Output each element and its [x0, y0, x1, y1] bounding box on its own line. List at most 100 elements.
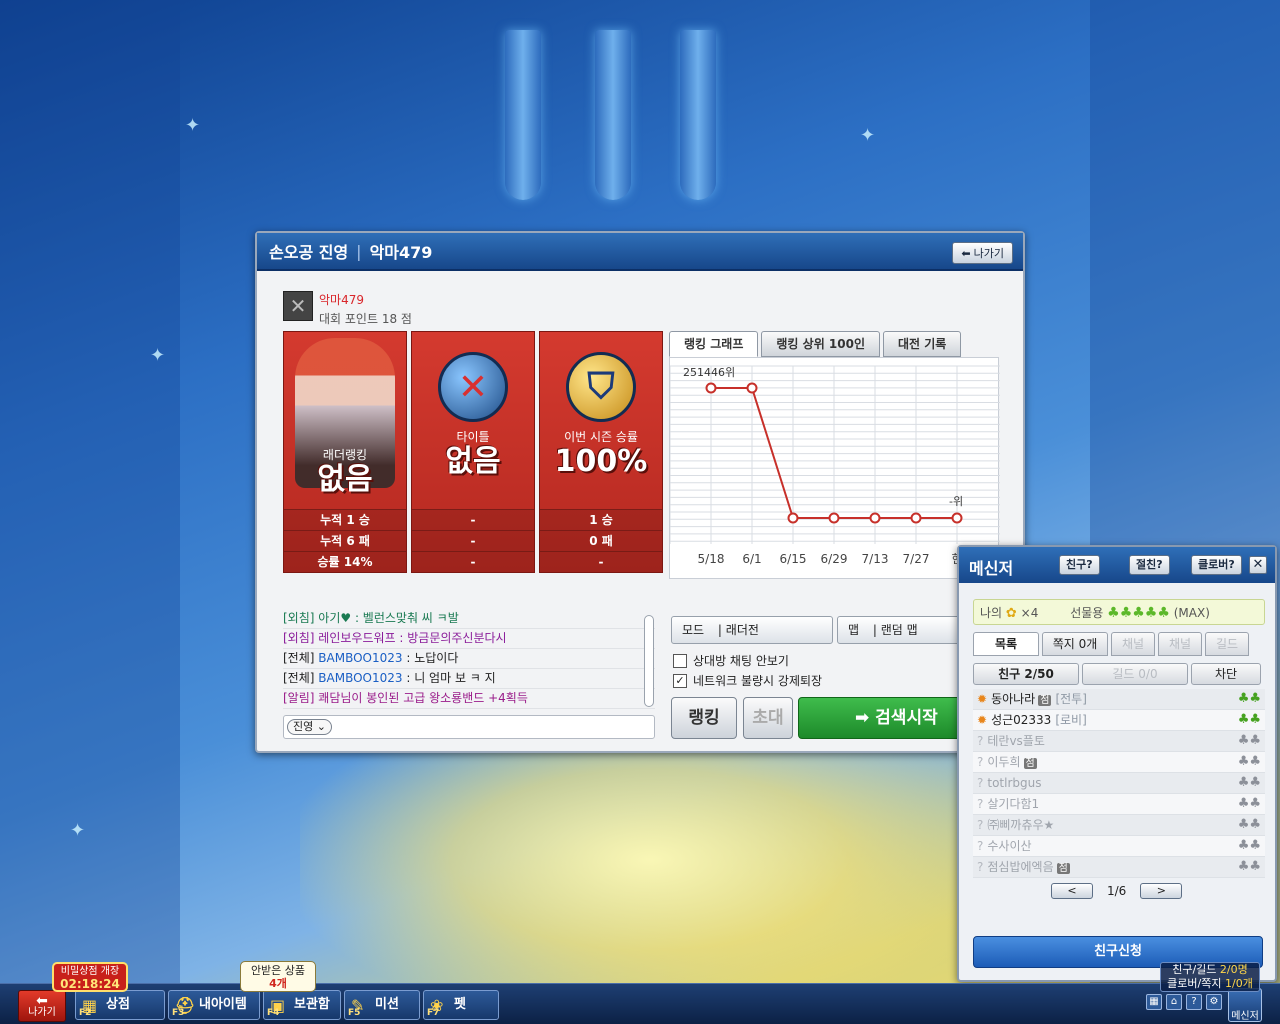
friend-row[interactable]: ? totlrbgus ♣♣: [973, 773, 1265, 794]
subtab-friends[interactable]: 친구 2/50: [973, 663, 1079, 685]
clover-status-icon[interactable]: ♣♣: [1238, 731, 1261, 751]
taskbar-button-label: 보관함: [294, 997, 330, 1012]
data-point: [705, 382, 717, 394]
friend-row[interactable]: ? 점심밥에엑음 점 ♣♣: [973, 857, 1265, 878]
data-point: [869, 512, 881, 524]
network-kick-checkbox[interactable]: ✓: [673, 673, 687, 688]
x-tick-label: 5/18: [698, 552, 725, 566]
status-friend-guild-value: 2/0명: [1219, 963, 1248, 976]
exit-button[interactable]: ⬅ 나가기: [952, 242, 1013, 264]
friend-help-button[interactable]: 친구?: [1059, 555, 1100, 575]
home-icon[interactable]: ⌂: [1166, 994, 1182, 1010]
player-name: 악마479: [319, 293, 364, 307]
taskbar-my-items-button[interactable]: ⛑ F3 내아이템: [168, 990, 260, 1020]
prev-page-button[interactable]: <: [1051, 883, 1093, 899]
chat-sender[interactable]: 레인보우드워프: [318, 631, 395, 645]
clover-status-icon[interactable]: ♣♣: [1238, 773, 1261, 793]
gear-icon[interactable]: ⚙: [1206, 994, 1222, 1010]
messenger-tabs: 목록 쪽지 0개 채널 채널 길드: [973, 632, 1249, 656]
taskbar-exit-label: 나가기: [28, 1007, 56, 1018]
online-icon: ✹: [977, 692, 988, 706]
card-label: 래더랭킹: [322, 448, 368, 462]
next-page-button[interactable]: >: [1140, 883, 1183, 899]
messenger-title-bar: 메신저 친구? 절친? 클로버? ✕: [959, 547, 1275, 583]
mode-sep: |: [717, 623, 722, 637]
friend-pager: < 1/6 >: [1051, 883, 1183, 899]
taskbar-messenger-button[interactable]: 메신저: [1228, 988, 1262, 1022]
chat-sender[interactable]: 쾌담: [318, 691, 340, 705]
chat-message: 님이 봉인된 고급 왕소룡밴드 +4획득: [340, 691, 528, 705]
tab-ranking-graph[interactable]: 랭킹 그래프: [669, 331, 759, 357]
search-start-label: 검색시작: [875, 708, 938, 728]
friend-name: 살기다함1: [987, 797, 1040, 811]
friend-name: 점심밥에엑음: [987, 860, 1054, 874]
friend-row[interactable]: ? ㈜삐까츄우★ ♣♣: [973, 815, 1265, 836]
clover-status-icon[interactable]: ♣♣: [1238, 857, 1261, 877]
messenger-title: 메신저: [969, 559, 1014, 578]
taskbar-shop-button[interactable]: ▦ F2 상점: [75, 990, 165, 1020]
clover-status-icon[interactable]: ♣♣: [1238, 710, 1261, 730]
card-row: 1 승: [540, 509, 662, 530]
ranking-button[interactable]: 랭킹: [671, 697, 737, 739]
tab-channel-2[interactable]: 채널: [1158, 632, 1202, 656]
chat-sender[interactable]: 아기♥: [318, 611, 351, 625]
hide-opponent-chat-option[interactable]: 상대방 채팅 안보기: [673, 652, 789, 669]
offline-icon: ?: [977, 860, 984, 874]
clover-status-icon[interactable]: ♣♣: [1238, 836, 1261, 856]
offline-icon: ?: [977, 797, 984, 811]
friend-row[interactable]: ? 테란vs플토 ♣♣: [973, 731, 1265, 752]
grid-icon[interactable]: ▦: [1146, 994, 1162, 1010]
taskbar-storage-button[interactable]: ▣ F4 보관함: [263, 990, 341, 1020]
offline-icon: ?: [977, 776, 984, 790]
subtab-block[interactable]: 차단: [1191, 663, 1261, 685]
chat-message: : 방금문의주신분다시: [395, 631, 507, 645]
tab-friend-list[interactable]: 목록: [973, 632, 1039, 656]
x-tick-label: 7/27: [903, 552, 930, 566]
tab-notes[interactable]: 쪽지 0개: [1042, 632, 1108, 656]
chat-line: [외침] 아기♥ : 벨런스맞춰 씨 ㅋ발: [283, 609, 655, 629]
network-kick-option[interactable]: ✓ 네트워크 불량시 강제퇴장: [673, 672, 822, 689]
friend-row[interactable]: ? 살기다함1 ♣♣: [973, 794, 1265, 815]
hide-chat-checkbox[interactable]: [673, 653, 687, 668]
tab-top-100[interactable]: 랭킹 상위 100인: [761, 331, 880, 357]
chat-sender[interactable]: BAMBOO1023: [318, 671, 402, 685]
background-sword: [505, 30, 541, 200]
help-icon[interactable]: ?: [1186, 994, 1202, 1010]
tab-guild[interactable]: 길드: [1205, 632, 1249, 656]
taskbar-exit-button[interactable]: ⬅ 나가기: [18, 990, 66, 1022]
card-label: 타이틀: [456, 430, 490, 444]
friend-name: 이두희: [987, 755, 1021, 769]
friend-row[interactable]: ? 수사이산 ♣♣: [973, 836, 1265, 857]
chat-channel-select[interactable]: 진영 ⌄: [287, 719, 332, 735]
taskbar-mission-button[interactable]: ✎ F5 미션: [344, 990, 420, 1020]
offline-icon: ?: [977, 818, 984, 832]
gift-clover-max: (MAX): [1173, 606, 1210, 620]
clover-status-icon[interactable]: ♣♣: [1238, 689, 1261, 709]
x-tick-label: 6/29: [821, 552, 848, 566]
subtab-guild[interactable]: 길드 0/0: [1082, 663, 1188, 685]
invite-button[interactable]: 초대: [743, 697, 793, 739]
clover-status-icon[interactable]: ♣♣: [1238, 794, 1261, 814]
friend-badge: 점: [1023, 758, 1037, 769]
chat-sender[interactable]: BAMBOO1023: [318, 651, 402, 665]
tab-channel[interactable]: 채널: [1111, 632, 1155, 656]
tab-match-history[interactable]: 대전 기록: [883, 331, 962, 357]
clover-help-button[interactable]: 클로버?: [1191, 555, 1242, 575]
taskbar-system-icons: ▦ ⌂ ? ⚙: [1146, 994, 1222, 1010]
friend-badge: 점: [1056, 863, 1070, 874]
clover-status-icon[interactable]: ♣♣: [1238, 815, 1261, 835]
secret-shop-badge[interactable]: 비밀상점 개장 02:18:24: [52, 962, 128, 992]
taskbar-pet-button[interactable]: ❀ F7 펫: [423, 990, 499, 1020]
close-friend-help-button[interactable]: 절친?: [1129, 555, 1170, 575]
sparkle-icon: ✦: [70, 820, 86, 841]
close-icon[interactable]: ✕: [1249, 556, 1267, 574]
friend-row[interactable]: ✹ 동아나라 점 [전투] ♣♣: [973, 689, 1265, 710]
sparkle-icon: ✦: [185, 115, 201, 136]
clover-status-icon[interactable]: ♣♣: [1238, 752, 1261, 772]
friend-row[interactable]: ✹ 성근02333 [로비] ♣♣: [973, 710, 1265, 731]
chat-scrollbar[interactable]: [644, 615, 654, 707]
clover-coin-icon: ✿: [1005, 606, 1017, 621]
chat-line: [외침] 레인보우드워프 : 방금문의주신분다시: [283, 629, 655, 649]
chat-input[interactable]: 진영 ⌄: [283, 715, 655, 739]
friend-row[interactable]: ? 이두희 점 ♣♣: [973, 752, 1265, 773]
